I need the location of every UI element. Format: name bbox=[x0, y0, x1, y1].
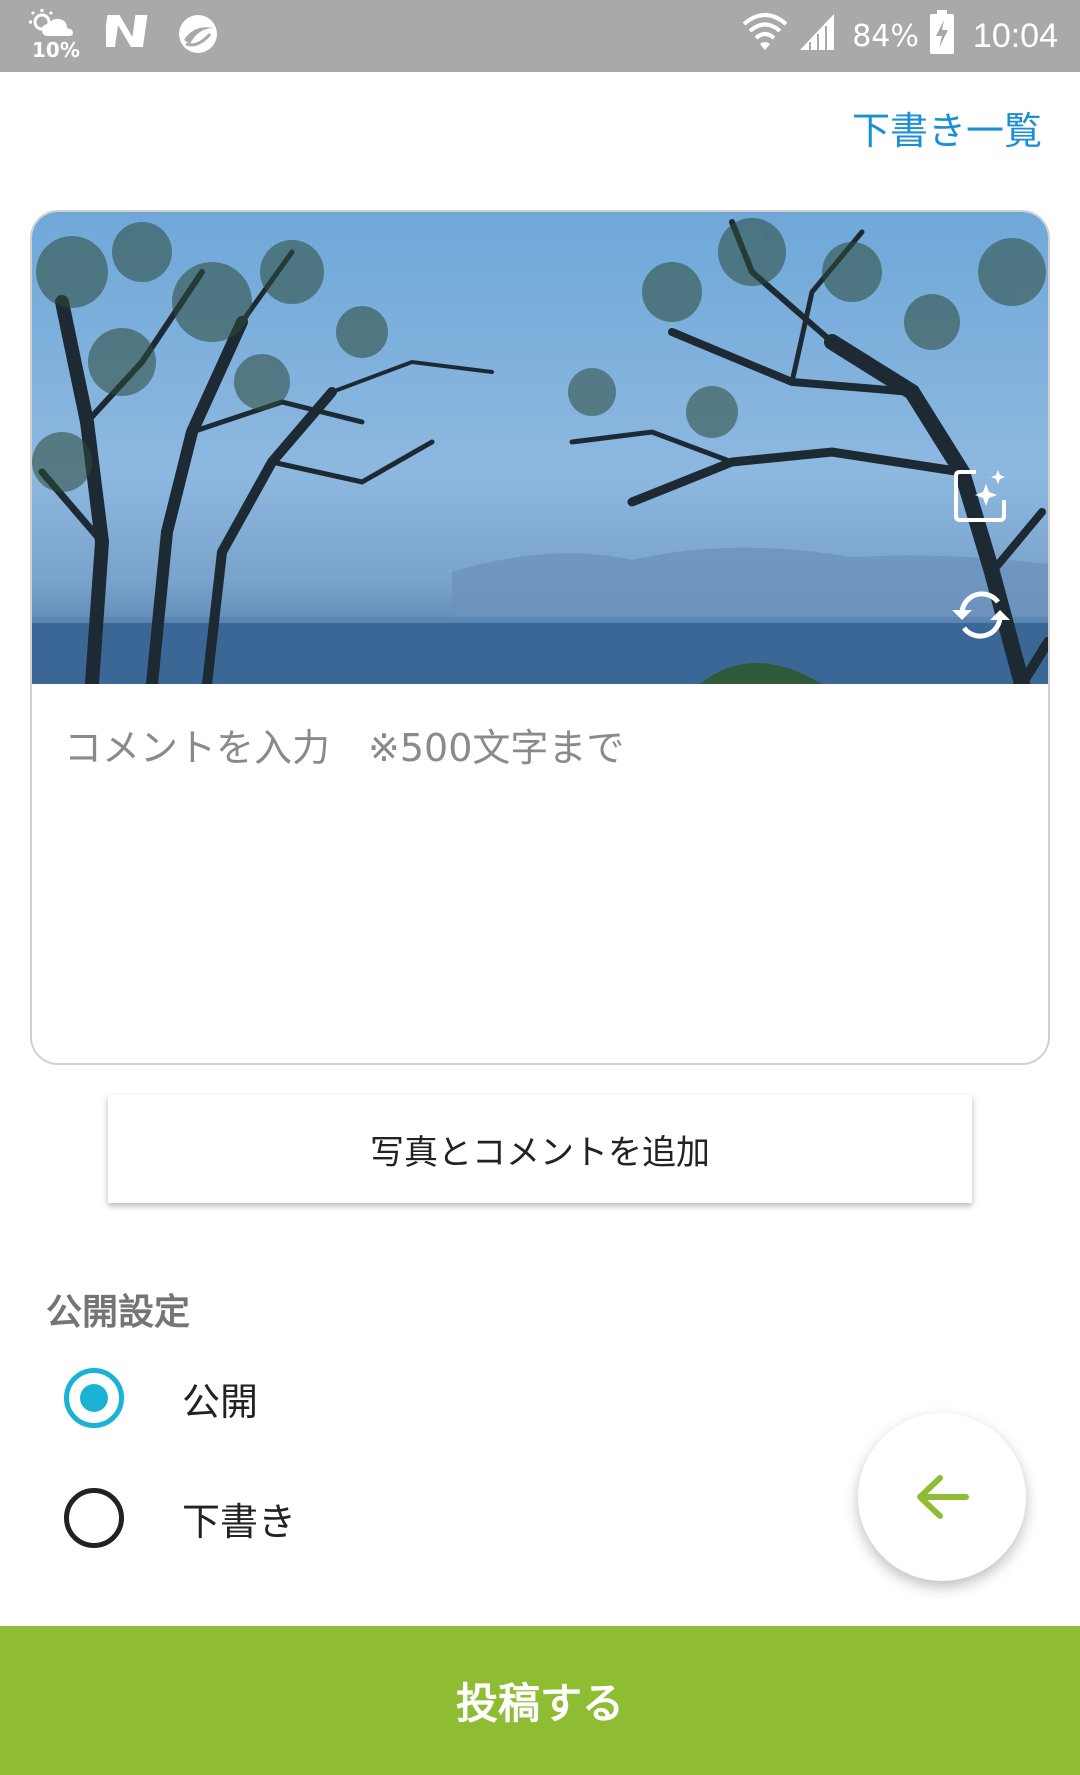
post-photo[interactable] bbox=[32, 212, 1048, 684]
radio-draft[interactable] bbox=[64, 1488, 124, 1548]
drafts-list-link[interactable]: 下書き一覧 bbox=[852, 100, 1042, 155]
app-notification-icon bbox=[176, 12, 220, 60]
visibility-option-public[interactable]: 公開 bbox=[64, 1366, 258, 1430]
add-photo-comment-button[interactable]: 写真とコメントを追加 bbox=[108, 1095, 972, 1203]
arrow-left-icon bbox=[917, 1475, 969, 1519]
rotate-icon[interactable] bbox=[950, 584, 1012, 646]
photo-edit-icon[interactable] bbox=[950, 464, 1012, 526]
battery-percent: 84% bbox=[852, 18, 919, 54]
visibility-section-title: 公開設定 bbox=[46, 1292, 191, 1333]
notification-n-icon bbox=[102, 11, 150, 61]
clock: 10:04 bbox=[972, 16, 1058, 55]
radio-public[interactable] bbox=[64, 1368, 124, 1428]
status-bar: 10% 84% 10:04 bbox=[0, 0, 1080, 72]
submit-post-button[interactable]: 投稿する bbox=[0, 1626, 1080, 1775]
radio-label-public: 公開 bbox=[182, 1379, 259, 1424]
back-fab-button[interactable] bbox=[858, 1413, 1026, 1581]
comment-input[interactable] bbox=[64, 717, 1004, 1017]
weather-icon: 10% bbox=[28, 8, 80, 64]
radio-label-draft: 下書き bbox=[182, 1499, 297, 1544]
post-card bbox=[30, 210, 1050, 1065]
signal-icon bbox=[798, 12, 836, 60]
weather-text: 10% bbox=[32, 38, 80, 62]
photo-image bbox=[32, 212, 1048, 684]
visibility-option-draft[interactable]: 下書き bbox=[64, 1486, 296, 1550]
battery-charging-icon bbox=[929, 10, 955, 62]
wifi-icon bbox=[742, 12, 788, 60]
